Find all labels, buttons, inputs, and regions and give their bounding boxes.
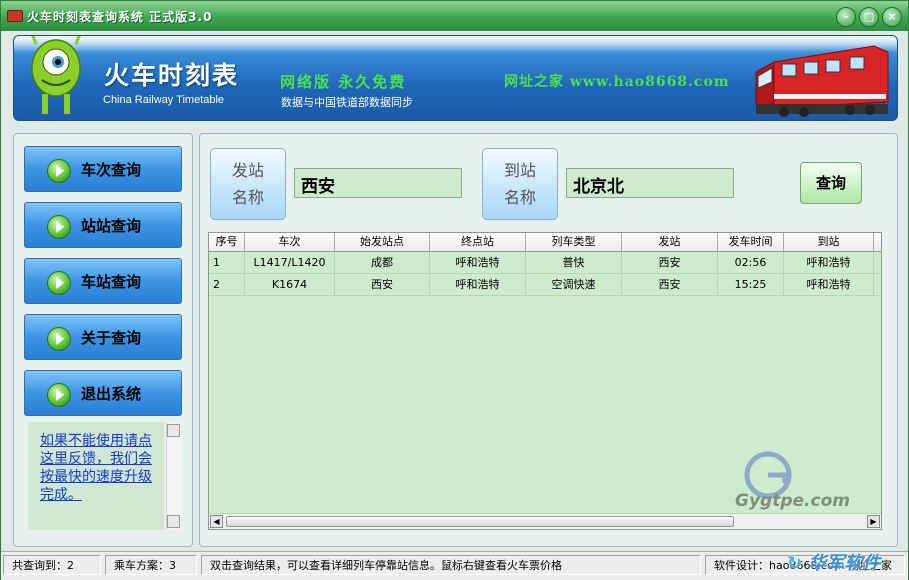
table-cell: L1417/L1420 (245, 252, 335, 273)
from-station-label: 发站 名称 (210, 148, 286, 220)
table-cell: 呼和浩特 (784, 252, 874, 273)
sidebar-item-station[interactable]: 车站查询 (24, 258, 182, 304)
banner-subtitle: China Railway Timetable (103, 94, 225, 106)
locomotive-icon (755, 45, 889, 117)
table-row[interactable]: 2 K1674 西安 呼和浩特 空调快速 西安 15:25 呼和浩特 (209, 274, 881, 296)
sidebar: 车次查询 站站查询 车站查询 关于查询 退出系统 如果不能使用请点这里反馈，我们… (13, 133, 193, 547)
table-row[interactable]: 1 L1417/L1420 成都 呼和浩特 普快 西安 02:56 呼和浩特 (209, 252, 881, 274)
banner-sync-note: 数据与中国铁道部数据同步 (281, 96, 413, 109)
close-button[interactable]: × (882, 7, 902, 27)
main-panel: 发站 名称 西安 到站 名称 北京北 查询 序号 车次 始发站点 终点站 列车类… (199, 133, 898, 547)
sidebar-item-label: 退出系统 (81, 385, 142, 403)
banner-site: 网址之家 www.hao8668.com (504, 74, 730, 90)
maximize-button[interactable]: □ (859, 7, 879, 27)
feedback-panel: 如果不能使用请点这里反馈，我们会按最快的速度升级完成。 (28, 422, 164, 530)
sidebar-item-station-to-station[interactable]: 站站查询 (24, 202, 182, 248)
query-button[interactable]: 查询 (800, 162, 862, 204)
banner-slogan: 网络版 永久免费 (280, 73, 407, 91)
play-icon (47, 159, 71, 183)
watermark-brand: ↻ 华军软件 (787, 553, 881, 574)
sidebar-item-label: 车次查询 (81, 161, 142, 179)
table-cell: 普快 (526, 252, 622, 273)
table-cell: 呼和浩特 (430, 252, 526, 273)
scroll-left-arrow[interactable]: ◀ (210, 515, 223, 528)
minimize-icon: – (843, 10, 849, 23)
feedback-link[interactable]: 如果不能使用请点这里反馈，我们会按最快的速度升级完成。 (40, 432, 158, 504)
table-cell: 西安 (335, 274, 430, 295)
table-cell: 空调快速 (526, 274, 622, 295)
play-icon (47, 327, 71, 351)
scroll-up-arrow[interactable] (167, 424, 180, 437)
scroll-thumb[interactable] (226, 516, 734, 527)
column-header[interactable]: 终点站 (430, 233, 526, 251)
play-icon (47, 271, 71, 295)
column-header[interactable]: 到站 (784, 233, 874, 251)
app-window: 火车时刻表查询系统 正式版3.0 – □ × 火车时刻表 China Railw… (0, 0, 909, 580)
header-banner: 火车时刻表 China Railway Timetable 网络版 永久免费 数… (13, 35, 898, 121)
status-bar: 共查询到：2 乘车方案：3 双击查询结果，可以查看详细列车停靠站信息。鼠标右键查… (1, 551, 908, 580)
column-header[interactable]: 车次 (245, 233, 335, 251)
results-table[interactable]: 序号 车次 始发站点 终点站 列车类型 发站 发车时间 到站 1 L1417/L… (208, 232, 882, 530)
mascot-icon (31, 36, 81, 114)
column-header[interactable]: 始发站点 (335, 233, 430, 251)
feedback-scrollbar[interactable] (166, 422, 181, 530)
column-header[interactable]: 发站 (622, 233, 718, 251)
title-bar[interactable]: 火车时刻表查询系统 正式版3.0 – □ × (1, 1, 908, 31)
scroll-down-arrow[interactable] (167, 515, 180, 528)
play-icon (47, 383, 71, 407)
horizontal-scrollbar[interactable]: ◀ ▶ (209, 513, 881, 529)
table-cell: 2 (209, 274, 245, 295)
table-header: 序号 车次 始发站点 终点站 列车类型 发站 发车时间 到站 (209, 233, 881, 252)
table-cell: 西安 (622, 252, 718, 273)
sidebar-item-label: 站站查询 (81, 217, 142, 235)
scroll-right-arrow[interactable]: ▶ (867, 515, 880, 528)
status-hint: 双击查询结果，可以查看详细列车停靠站信息。鼠标右键查看火车票价格 (201, 555, 701, 575)
column-header[interactable]: 列车类型 (526, 233, 622, 251)
table-cell: 呼和浩特 (430, 274, 526, 295)
watermark-logo: Gygtpe.com (735, 451, 850, 511)
column-header[interactable]: 发车时间 (718, 233, 784, 251)
column-header[interactable]: 序号 (209, 233, 245, 251)
minimize-button[interactable]: – (836, 7, 856, 27)
to-station-label: 到站 名称 (482, 148, 558, 220)
sidebar-item-label: 车站查询 (81, 273, 142, 291)
banner-title: 火车时刻表 (104, 61, 240, 90)
train-app-icon (7, 10, 23, 22)
table-cell: 02:56 (718, 252, 784, 273)
table-cell: 西安 (622, 274, 718, 295)
sidebar-item-about[interactable]: 关于查询 (24, 314, 182, 360)
table-cell: 1 (209, 252, 245, 273)
sidebar-item-train-number[interactable]: 车次查询 (24, 146, 182, 192)
close-icon: × (887, 10, 897, 23)
to-station-input[interactable]: 北京北 (566, 168, 734, 198)
window-title: 火车时刻表查询系统 正式版3.0 (27, 10, 213, 24)
maximize-icon: □ (863, 10, 875, 23)
sidebar-item-exit[interactable]: 退出系统 (24, 370, 182, 416)
table-cell: 成都 (335, 252, 430, 273)
status-total: 共查询到：2 (3, 555, 101, 575)
from-station-input[interactable]: 西安 (294, 168, 462, 198)
table-cell: K1674 (245, 274, 335, 295)
play-icon (47, 215, 71, 239)
brand-swirl-icon: ↻ (787, 553, 803, 574)
table-cell: 15:25 (718, 274, 784, 295)
table-cell: 呼和浩特 (784, 274, 874, 295)
sidebar-item-label: 关于查询 (81, 329, 142, 347)
status-plans: 乘车方案：3 (105, 555, 197, 575)
